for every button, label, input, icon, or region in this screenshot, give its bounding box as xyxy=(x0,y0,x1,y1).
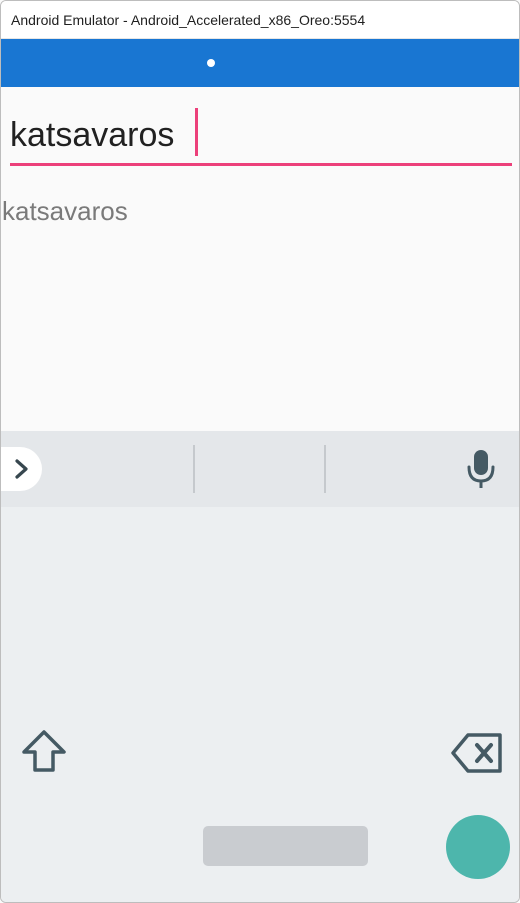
window-title: Android Emulator - Android_Accelerated_x… xyxy=(11,12,366,28)
soft-keyboard xyxy=(1,431,519,902)
spacebar-key[interactable] xyxy=(203,826,368,866)
search-input[interactable]: katsavaros xyxy=(10,115,174,155)
dot-indicator-icon xyxy=(207,59,215,67)
suggestion-divider xyxy=(193,445,195,493)
title-bar: Android Emulator - Android_Accelerated_x… xyxy=(1,1,519,39)
shift-arrow-icon[interactable] xyxy=(19,728,69,776)
chevron-right-icon xyxy=(14,459,28,479)
microphone-icon[interactable] xyxy=(463,447,499,491)
main-content: katsavaros katsavaros xyxy=(1,87,519,431)
app-bar xyxy=(1,39,519,87)
search-field[interactable]: katsavaros xyxy=(10,105,512,166)
action-button[interactable] xyxy=(446,815,510,879)
text-cursor xyxy=(195,108,198,156)
emulator-window: Android Emulator - Android_Accelerated_x… xyxy=(0,0,520,903)
suggestion-strip xyxy=(1,431,519,507)
backspace-icon[interactable] xyxy=(450,731,504,775)
list-item[interactable]: katsavaros xyxy=(2,196,128,227)
expand-toolbar-button[interactable] xyxy=(1,447,42,491)
suggestion-divider xyxy=(324,445,326,493)
